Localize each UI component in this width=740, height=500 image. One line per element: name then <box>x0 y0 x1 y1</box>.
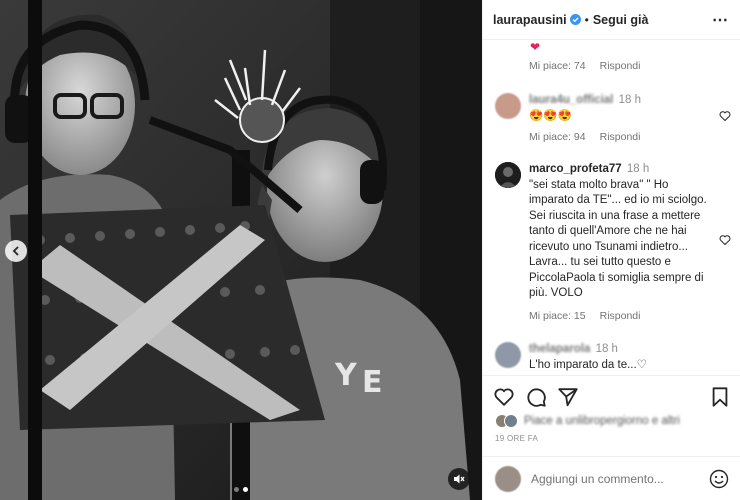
comment-item: marco_profeta77 18 h "sei stata molto br… <box>495 162 735 307</box>
comment-time: 18 h <box>618 94 641 106</box>
save-bookmark-icon[interactable] <box>709 386 731 408</box>
post-actions: Piace a unlibropergiorno e altri 19 ORE … <box>483 375 740 465</box>
comment-likes[interactable]: Mi piace: 15 <box>529 310 586 322</box>
current-user-avatar <box>495 465 521 492</box>
avatar-image <box>495 162 521 188</box>
like-comment-heart-icon[interactable] <box>719 234 731 246</box>
comment-input[interactable] <box>531 471 691 486</box>
svg-text:Y: Y <box>334 358 358 393</box>
mute-button[interactable] <box>448 468 470 490</box>
comment-text: 😍😍😍 <box>529 109 572 122</box>
verified-badge-icon <box>569 14 581 25</box>
comments-list[interactable]: ❤ Mi piace: 74 Rispondi laura4u_official … <box>483 40 740 375</box>
comment-meta: Mi piace: 94 Rispondi <box>529 131 640 143</box>
speaker-muted-icon <box>454 474 465 484</box>
svg-text:E: E <box>362 365 383 400</box>
add-comment-bar <box>483 456 740 500</box>
action-bar <box>493 386 733 408</box>
comment-body: marco_profeta77 18 h "sei stata molto br… <box>529 162 714 302</box>
comment-time: 18 h <box>626 163 650 175</box>
comment-username[interactable]: thelaparola <box>529 343 590 355</box>
reply-button[interactable]: Rispondi <box>600 131 641 143</box>
comment-bubble-icon[interactable] <box>525 386 547 408</box>
avatar[interactable] <box>495 162 521 188</box>
heart-emoji: ❤ <box>530 40 541 54</box>
carousel-indicator <box>234 487 248 492</box>
header-separator: • <box>584 12 589 27</box>
post-side-panel: laurapausini • Segui già ⋯ ❤ Mi piace: 7… <box>482 0 740 500</box>
share-paper-plane-icon[interactable] <box>557 386 579 408</box>
comment-text: "sei stata molto brava" " Ho imparato da… <box>529 178 707 300</box>
chevron-left-icon <box>12 246 19 256</box>
following-button[interactable]: Segui già <box>593 13 649 27</box>
comment-time: 18 h <box>595 343 618 355</box>
avatar[interactable] <box>495 93 521 119</box>
comment-likes[interactable]: Mi piace: 74 <box>529 60 586 72</box>
comment-username[interactable]: marco_profeta77 <box>529 163 622 175</box>
like-heart-icon[interactable] <box>493 386 515 408</box>
previous-media-button[interactable] <box>5 240 27 262</box>
more-options-icon[interactable]: ⋯ <box>712 10 729 30</box>
liked-by-line[interactable]: Piace a unlibropergiorno e altri <box>495 414 680 428</box>
comment-body: laura4u_official 18 h 😍😍😍 <box>529 93 714 124</box>
carousel-dot-active <box>243 487 248 492</box>
post-media[interactable]: Y E <box>0 0 482 500</box>
comment-username[interactable]: laura4u_official <box>529 94 613 106</box>
comment-meta: Mi piace: 74 Rispondi <box>529 60 640 72</box>
author-username[interactable]: laurapausini <box>493 13 567 27</box>
video-frame: Y E <box>0 0 482 500</box>
liker-avatar <box>504 414 518 428</box>
reply-button[interactable]: Rispondi <box>600 60 641 72</box>
post-timestamp: 19 ORE FA <box>495 434 539 443</box>
post-header: laurapausini • Segui già ⋯ <box>483 0 740 40</box>
liked-by-text[interactable]: Piace a unlibropergiorno e altri <box>524 415 680 427</box>
emoji-picker-icon[interactable] <box>709 469 729 489</box>
reply-button[interactable]: Rispondi <box>600 310 641 322</box>
avatar[interactable] <box>495 342 521 368</box>
comment-meta: Mi piace: 15 Rispondi <box>529 310 640 322</box>
comment-text: L'ho imparato da te...♡ <box>529 358 647 371</box>
comment-body: thelaparola 18 h L'ho imparato da te...♡ <box>529 342 714 373</box>
comment-item: thelaparola 18 h L'ho imparato da te...♡ <box>495 342 735 375</box>
like-comment-heart-icon[interactable] <box>719 110 731 122</box>
carousel-dot <box>234 487 239 492</box>
comment-likes[interactable]: Mi piace: 94 <box>529 131 586 143</box>
